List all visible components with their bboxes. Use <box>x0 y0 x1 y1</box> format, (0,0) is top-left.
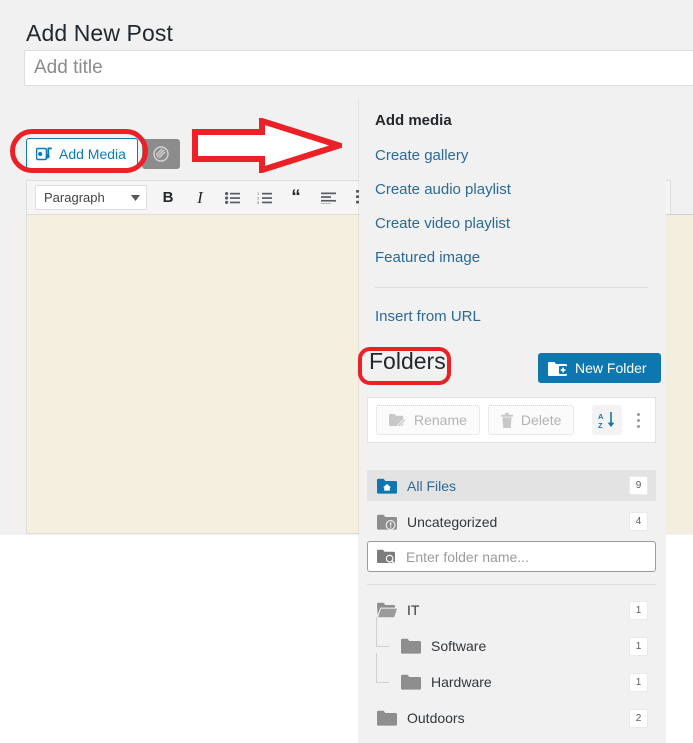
align-left-button[interactable] <box>317 186 339 210</box>
add-media-label: Add Media <box>59 146 126 162</box>
rename-folder-button[interactable]: Rename <box>376 405 480 435</box>
secondary-editor-strip <box>665 214 693 534</box>
folder-search-field[interactable] <box>367 541 656 572</box>
folder-actions-toolbar: Rename Delete A Z <box>367 397 656 443</box>
add-media-panel: Add media Create gallery Create audio pl… <box>359 98 666 743</box>
folder-icon <box>401 674 421 690</box>
folder-tree-item-it[interactable]: IT 1 <box>367 593 656 627</box>
folder-uncategorized-icon <box>377 514 397 530</box>
insert-from-url-link[interactable]: Insert from URL <box>375 308 481 325</box>
svg-text:A: A <box>598 412 604 421</box>
tree-divider <box>367 584 656 585</box>
media-buttons-row: Add Media <box>26 138 180 170</box>
folder-label: Hardware <box>431 674 492 690</box>
create-video-playlist-link[interactable]: Create video playlist <box>375 215 510 232</box>
new-folder-label: New Folder <box>575 360 647 376</box>
create-gallery-link[interactable]: Create gallery <box>375 147 468 164</box>
folder-icon <box>377 710 397 726</box>
svg-text:Z: Z <box>598 421 603 429</box>
folder-label: Outdoors <box>407 710 465 726</box>
new-folder-button[interactable]: New Folder <box>538 353 661 383</box>
folder-label: Software <box>431 638 487 654</box>
folder-home-icon <box>377 478 397 494</box>
create-audio-playlist-link[interactable]: Create audio playlist <box>375 181 511 198</box>
folder-tree-item-software[interactable]: Software 1 <box>367 617 656 663</box>
folder-count-badge: 1 <box>629 600 648 620</box>
dot <box>636 412 640 416</box>
add-media-heading: Add media <box>375 112 452 129</box>
folder-search-input[interactable] <box>404 547 646 566</box>
numbered-list-button[interactable]: 1 2 3 <box>253 186 275 210</box>
delete-label: Delete <box>520 412 562 428</box>
italic-button[interactable]: I <box>189 186 211 210</box>
panel-divider <box>375 287 648 288</box>
folder-count-badge: 1 <box>629 672 648 692</box>
folder-label: Uncategorized <box>407 513 498 530</box>
folder-count-badge: 9 <box>629 476 648 495</box>
folder-open-icon <box>377 602 397 618</box>
folder-item-all-files[interactable]: All Files 9 <box>367 470 656 501</box>
folders-title: Folders <box>369 348 446 374</box>
dot <box>636 424 640 428</box>
page-title: Add New Post <box>26 20 173 47</box>
format-select-value: Paragraph <box>44 190 105 205</box>
folder-item-uncategorized[interactable]: Uncategorized 4 <box>367 506 656 537</box>
folder-count-badge: 4 <box>629 512 648 531</box>
rename-label: Rename <box>414 412 467 428</box>
folder-label: IT <box>407 602 420 618</box>
featured-image-link[interactable]: Featured image <box>375 249 480 266</box>
bulleted-list-button[interactable] <box>221 186 243 210</box>
paperclip-attachment-icon <box>153 146 169 162</box>
svg-text:3: 3 <box>257 200 260 204</box>
trash-can-icon <box>500 412 513 428</box>
media-camera-music-icon <box>36 147 52 161</box>
bold-button[interactable]: B <box>157 186 179 210</box>
folder-plus-icon <box>548 361 567 376</box>
folder-tree-item-outdoors[interactable]: Outdoors 2 <box>367 701 656 735</box>
folder-count-badge: 2 <box>629 708 648 728</box>
folder-search-icon <box>377 549 395 564</box>
post-title-input[interactable] <box>24 50 693 86</box>
folder-tree-item-hardware[interactable]: Hardware 1 <box>367 653 656 699</box>
vertical-dots-more-icon[interactable] <box>630 405 647 435</box>
blockquote-button[interactable]: “ <box>285 186 307 210</box>
sort-az-descending-icon[interactable]: A Z <box>592 405 622 435</box>
folder-count-badge: 1 <box>629 636 648 656</box>
tree-connector <box>367 653 401 699</box>
folder-label: All Files <box>407 477 457 494</box>
attachment-button[interactable] <box>141 139 180 169</box>
add-media-button[interactable]: Add Media <box>26 138 138 170</box>
delete-folder-button[interactable]: Delete <box>487 405 575 435</box>
tree-connector <box>367 617 401 663</box>
folder-icon <box>401 638 421 654</box>
dot <box>636 418 640 422</box>
chevron-down-icon <box>131 194 140 201</box>
folder-rename-pencil-icon <box>389 413 406 427</box>
paragraph-format-select[interactable]: Paragraph <box>35 185 147 210</box>
